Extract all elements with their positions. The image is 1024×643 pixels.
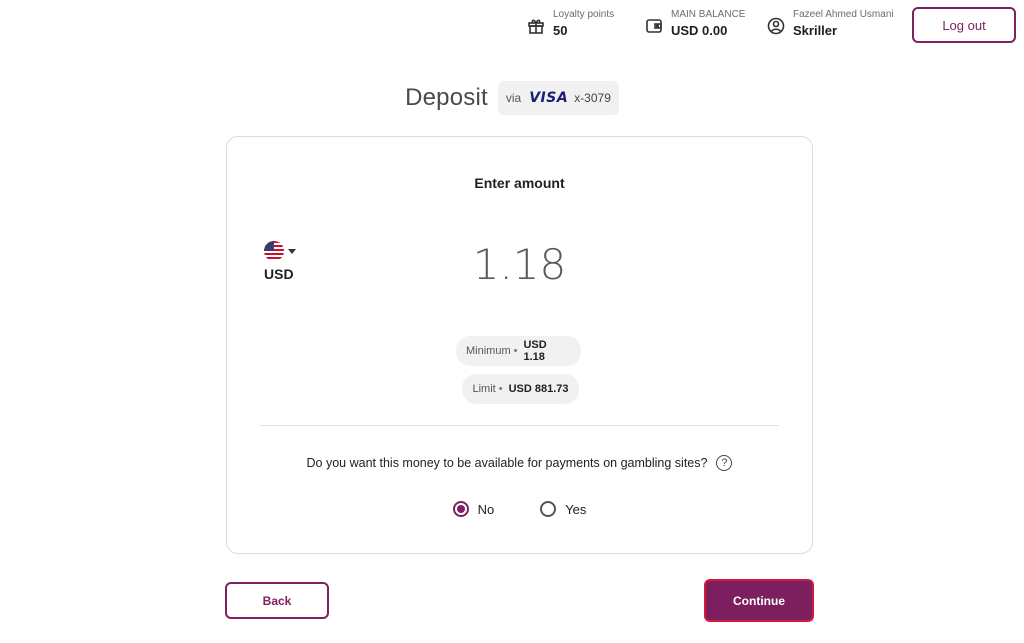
minimum-amount-badge: Minimum • USD 1.18: [456, 336, 581, 366]
amount-display: [227, 239, 812, 290]
main-balance: MAIN BALANCE USD 0.00: [643, 8, 745, 40]
loyalty-points: Loyalty points 50: [525, 8, 614, 40]
visa-logo: VISA: [529, 90, 569, 106]
gambling-radio-group: No Yes: [227, 501, 812, 517]
minimum-value: USD 1.18: [523, 339, 547, 363]
payment-method-chip: via VISA x-3079: [497, 81, 619, 115]
enter-amount-heading: Enter amount: [474, 175, 565, 191]
separator-dot: •: [513, 345, 518, 357]
separator-dot: •: [498, 383, 503, 395]
via-label: via: [505, 91, 522, 105]
back-button[interactable]: Back: [225, 582, 329, 619]
radio-no-indicator[interactable]: [452, 501, 469, 517]
page-header: Deposit via VISA x-3079: [0, 80, 1024, 116]
continue-button[interactable]: Continue: [706, 581, 812, 620]
radio-no-label: No: [477, 501, 495, 517]
deposit-card: Enter amount USD Minimum • USD 1.18: [226, 136, 813, 554]
logout-button[interactable]: Log out: [912, 7, 1016, 43]
gambling-question: Do you want this money to be available f…: [227, 455, 812, 471]
radio-yes-label: Yes: [565, 501, 587, 517]
radio-no[interactable]: No: [452, 501, 495, 517]
account-info[interactable]: Fazeel Ahmed Usmani Skriller: [765, 8, 894, 40]
user-circle-icon: [765, 15, 787, 37]
top-bar: Loyalty points 50 MAIN BALANCE USD 0.00: [0, 0, 1024, 56]
main-balance-value: USD 0.00: [671, 23, 728, 38]
radio-yes[interactable]: Yes: [540, 501, 586, 517]
wallet-icon: [643, 15, 665, 37]
radio-yes-indicator[interactable]: [540, 501, 557, 517]
limit-value: USD 881.73: [508, 383, 569, 395]
main-balance-label: MAIN BALANCE: [671, 9, 746, 20]
gift-icon: [525, 15, 547, 37]
card-number-mask: x-3079: [574, 91, 611, 105]
amount-input[interactable]: [417, 239, 622, 290]
gambling-question-text: Do you want this money to be available f…: [306, 456, 708, 470]
loyalty-points-label: Loyalty points: [553, 9, 615, 20]
limit-label: Limit: [472, 383, 496, 395]
divider: [260, 425, 779, 426]
page-title: Deposit: [405, 84, 488, 111]
limit-amount-badge: Limit • USD 881.73: [462, 374, 579, 404]
account-name: Fazeel Ahmed Usmani: [793, 9, 894, 20]
help-icon[interactable]: ?: [716, 455, 733, 471]
minimum-label: Minimum: [466, 345, 511, 357]
loyalty-points-value: 50: [553, 23, 568, 38]
account-type: Skriller: [793, 23, 838, 38]
